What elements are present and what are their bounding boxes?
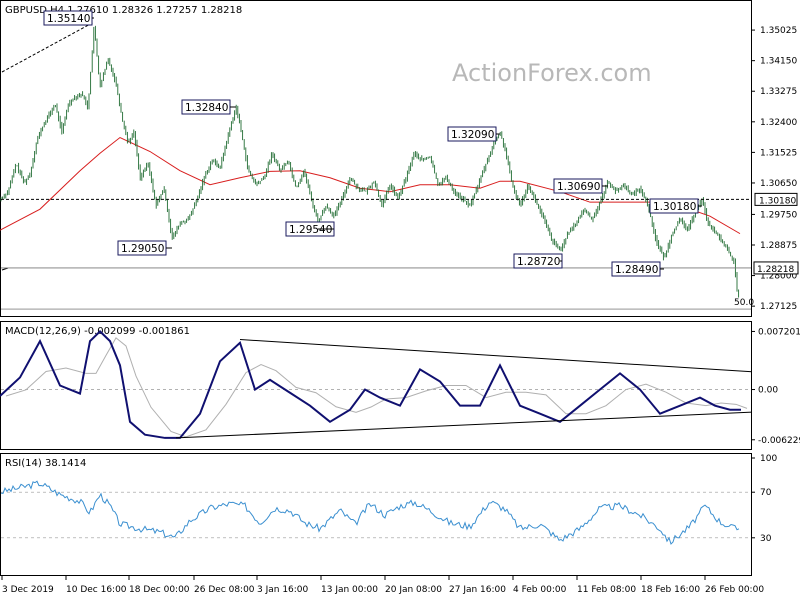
time-tick-label: 11 Feb 08:00 (577, 585, 636, 595)
price-tick-label: 1.32400 (760, 118, 797, 128)
time-tick-label: 18 Dec 00:00 (129, 585, 190, 595)
price-tick-label: 1.27125 (760, 302, 797, 312)
support-tag-label: 1.30180 (759, 196, 796, 206)
macd-panel-frame (0, 321, 752, 450)
time-axis: 3 Dec 2019 10 Dec 16:00 18 Dec 00:00 26 Dec… (1, 576, 764, 595)
macd-panel-title: MACD(12,26,9) -0.002099 -0.001861 (5, 326, 190, 337)
time-tick-label: 27 Jan 16:00 (449, 585, 506, 595)
time-tick-label: 26 Dec 08:00 (194, 585, 255, 595)
price-tick-label: 1.28875 (760, 241, 797, 251)
time-tick-label: 4 Feb 00:00 (513, 585, 567, 595)
swing-callout-label: 1.28720 (517, 256, 560, 268)
swing-callout-label: 1.30690 (557, 181, 600, 193)
macd-tick-label: 0.007201 (758, 327, 800, 337)
time-tick-label: 20 Jan 08:00 (385, 585, 442, 595)
price-tick-label: 1.35025 (760, 26, 797, 36)
rsi-panel-title: RSI(14) 38.1414 (5, 458, 86, 469)
price-tick-label: 1.30650 (760, 179, 797, 189)
swing-callout-label: 1.32090 (451, 129, 494, 141)
swing-callout-label: 1.29050 (121, 243, 164, 255)
swing-callout-label: 1.30180 (653, 201, 696, 213)
time-tick-label: 3 Dec 2019 (2, 585, 54, 595)
price-tick-label: 1.33275 (760, 87, 797, 97)
time-tick-label: 26 Feb 00:00 (705, 585, 764, 595)
swing-callout-label: 1.29540 (289, 224, 332, 236)
rsi-tick-label: 70 (760, 488, 772, 498)
time-tick-label: 3 Jan 16:00 (257, 585, 309, 595)
price-tick-label: 1.29750 (760, 210, 797, 220)
rsi-tick-label: 30 (760, 534, 772, 544)
time-tick-label: 10 Dec 16:00 (66, 585, 127, 595)
rsi-tick-label: 100 (760, 454, 777, 464)
swing-callout-label: 1.35140 (47, 13, 90, 25)
current-price-label: 1.28218 (757, 265, 794, 275)
time-tick-label: 13 Jan 00:00 (321, 585, 378, 595)
price-tick-label: 1.34150 (760, 57, 797, 67)
price-tick-label: 1.31525 (760, 148, 797, 158)
macd-tick-label: -0.006229 (758, 436, 800, 446)
time-tick-label: 18 Feb 16:00 (641, 585, 700, 595)
watermark: ActionForex.com (452, 59, 652, 87)
swing-callout-label: 1.28490 (615, 264, 658, 276)
macd-tick-label: 0.00 (758, 386, 778, 396)
fib-label: 50.0 (734, 298, 754, 308)
forex-chart: ActionForex.com GBPUSD,H4 1.27610 1.2832… (0, 0, 800, 595)
swing-callout-label: 1.32840 (185, 102, 228, 114)
price-panel-title: GBPUSD,H4 1.27610 1.28326 1.27257 1.2821… (5, 5, 242, 16)
